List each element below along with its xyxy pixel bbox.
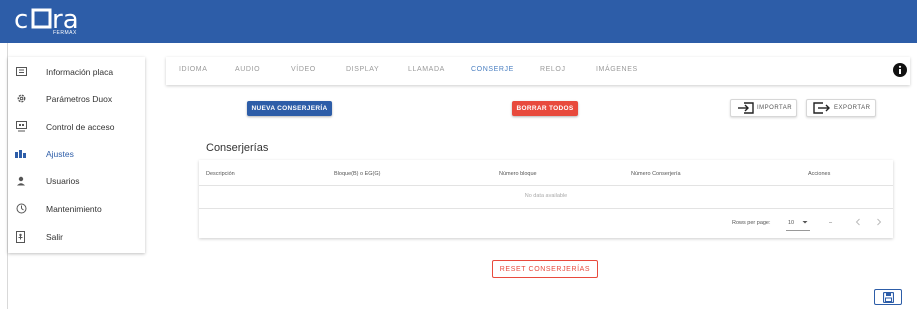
- tab-llamada[interactable]: LLAMADA: [408, 66, 445, 73]
- export-label: EXPORTAR: [834, 105, 871, 111]
- rows-per-page-label: Rows per page:: [732, 220, 771, 226]
- logo-subtitle: FERMAX: [53, 30, 77, 36]
- next-page-icon[interactable]: [876, 218, 882, 228]
- table-title: Conserjerías: [206, 142, 269, 154]
- tab-display[interactable]: DISPLAY: [346, 66, 379, 73]
- rows-per-page-select[interactable]: 10: [788, 220, 794, 226]
- new-conserjeria-button[interactable]: NUEVA CONSERJERÍA: [247, 101, 332, 116]
- conserjerias-table: Descripción Bloque(B) o EG(G) Número blo…: [199, 160, 893, 238]
- sidebar-item-ajustes[interactable]: Ajustes: [8, 140, 145, 167]
- column-header-bloque[interactable]: Bloque(B) o EG(G): [334, 171, 380, 177]
- select-underline: [786, 230, 810, 231]
- chevron-down-icon[interactable]: [802, 219, 808, 227]
- save-icon: [882, 291, 894, 303]
- tab-reloj[interactable]: RELOJ: [540, 66, 566, 73]
- info-icon[interactable]: [893, 63, 907, 77]
- column-header-numero-bloque[interactable]: Número bloque: [499, 171, 537, 177]
- export-button[interactable]: EXPORTAR: [806, 99, 876, 117]
- import-label: IMPORTAR: [757, 105, 793, 111]
- tab-imagenes[interactable]: IMÁGENES: [596, 66, 638, 73]
- import-icon: [738, 102, 754, 114]
- footer-divider: [199, 208, 893, 209]
- user-icon: [15, 175, 27, 187]
- sidebar-item-parametros-duox[interactable]: Parámetros Duox: [8, 85, 145, 112]
- sidebar: Información placa Parámetros Duox Contro…: [8, 57, 145, 253]
- sidebar-item-label: Mantenimiento: [46, 203, 102, 214]
- column-header-descripcion[interactable]: Descripción: [206, 171, 235, 177]
- header-divider: [199, 185, 893, 186]
- export-icon: [813, 102, 830, 114]
- cora-logo[interactable]: cora c ra FERMAX: [14, 4, 88, 38]
- info-card-icon: [15, 66, 27, 78]
- sidebar-item-label: Información placa: [46, 66, 114, 77]
- tab-audio[interactable]: AUDIO: [235, 66, 260, 73]
- import-button[interactable]: IMPORTAR: [730, 99, 797, 117]
- adjustments-icon: [15, 148, 27, 160]
- column-header-acciones: Acciones: [808, 171, 831, 177]
- delete-all-button[interactable]: BORRAR TODOS: [512, 101, 578, 116]
- empty-state-text: No data available: [524, 193, 568, 199]
- sidebar-item-label: Usuarios: [46, 175, 80, 186]
- svg-text:c: c: [14, 5, 28, 35]
- page-range-text: –: [829, 220, 833, 226]
- tab-idioma[interactable]: IDIOMA: [179, 66, 208, 73]
- sidebar-item-salir[interactable]: Salir: [8, 223, 145, 250]
- sidebar-item-control-acceso[interactable]: Control de acceso: [8, 113, 145, 140]
- gear-icon: [15, 93, 27, 105]
- reset-conserjerias-button[interactable]: RESET CONSERJERÍAS: [492, 260, 598, 278]
- app-header: cora c ra FERMAX: [0, 0, 917, 43]
- sidebar-item-label: Control de acceso: [46, 121, 115, 132]
- prev-page-icon[interactable]: [855, 218, 861, 228]
- sidebar-item-label: Salir: [46, 231, 64, 242]
- tab-conserje[interactable]: CONSERJE: [471, 66, 514, 73]
- sidebar-item-mantenimiento[interactable]: Mantenimiento: [8, 195, 145, 222]
- column-header-numero-conserjeria[interactable]: Número Conserjería: [631, 171, 681, 177]
- exit-icon: [15, 230, 27, 243]
- settings-tabbar: IDIOMA AUDIO VÍDEO DISPLAY LLAMADA CONSE…: [166, 57, 910, 85]
- sidebar-item-label: Ajustes: [46, 148, 74, 159]
- sidebar-item-label: Parámetros Duox: [46, 93, 113, 104]
- tab-video[interactable]: VÍDEO: [291, 66, 316, 73]
- sidebar-item-usuarios[interactable]: Usuarios: [8, 167, 145, 194]
- maintenance-icon: [15, 203, 27, 215]
- sidebar-item-informacion-placa[interactable]: Información placa: [8, 58, 145, 85]
- access-control-icon: [15, 121, 27, 133]
- save-button[interactable]: [874, 289, 902, 305]
